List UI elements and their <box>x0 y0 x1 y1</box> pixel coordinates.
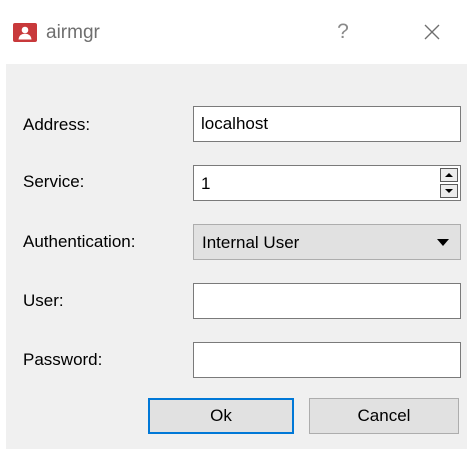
chevron-down-icon <box>437 239 449 246</box>
cancel-button[interactable]: Cancel <box>309 398 459 434</box>
title-bar: airmgr ? <box>0 0 471 64</box>
window-title: airmgr <box>46 22 100 43</box>
close-icon <box>424 24 440 40</box>
address-field[interactable] <box>193 106 461 142</box>
password-field[interactable] <box>193 342 461 378</box>
address-input[interactable] <box>194 107 460 141</box>
dialog-body: Address: Service: 1 Authentication: <box>6 64 467 449</box>
service-value[interactable]: 1 <box>201 174 210 194</box>
service-spinbox[interactable]: 1 <box>193 165 461 201</box>
user-account-icon <box>13 23 37 42</box>
help-button[interactable]: ? <box>325 17 361 47</box>
close-button[interactable] <box>412 17 452 47</box>
spin-buttons <box>440 168 458 198</box>
password-label: Password: <box>23 350 103 369</box>
user-input[interactable] <box>194 284 460 318</box>
ok-button[interactable]: Ok <box>148 398 294 434</box>
spin-up-button[interactable] <box>440 168 458 182</box>
address-label: Address: <box>23 115 91 134</box>
authentication-selected: Internal User <box>202 233 300 252</box>
spin-down-button[interactable] <box>440 184 458 198</box>
authentication-label: Authentication: <box>23 232 136 251</box>
service-label: Service: <box>23 172 85 191</box>
authentication-dropdown[interactable]: Internal User <box>193 224 461 260</box>
arrow-up-icon <box>445 173 453 177</box>
arrow-down-icon <box>445 189 453 193</box>
password-input[interactable] <box>194 343 460 377</box>
login-dialog: airmgr ? Address: Service: 1 <box>0 0 471 453</box>
user-field[interactable] <box>193 283 461 319</box>
user-label: User: <box>23 291 64 310</box>
